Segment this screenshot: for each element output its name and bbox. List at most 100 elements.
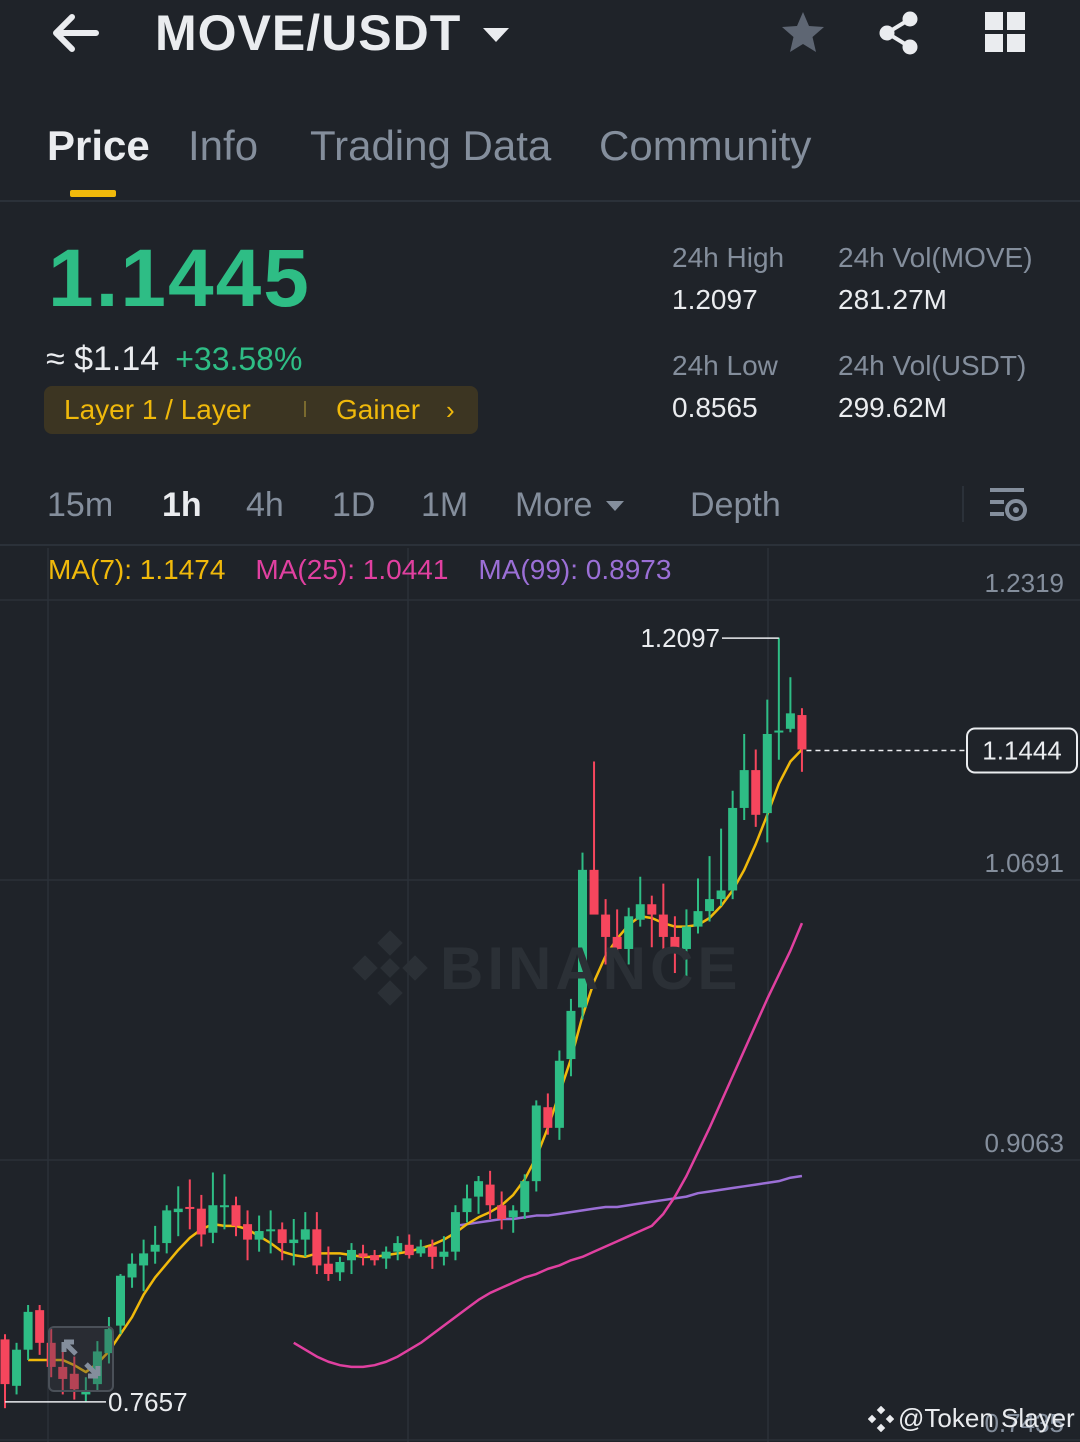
ma99-label: MA(99): 0.8973: [478, 554, 672, 585]
candle: [312, 1212, 322, 1275]
active-tab-indicator: [70, 190, 116, 197]
tag-rank: Gainer: [336, 394, 421, 425]
candle-body: [520, 1181, 530, 1213]
candle-body: [785, 713, 795, 729]
stat-high-label: 24h High: [672, 242, 785, 273]
candle-body: [139, 1253, 149, 1266]
candle-body: [173, 1208, 183, 1213]
interval-more[interactable]: More: [515, 486, 625, 525]
candle-body: [566, 1010, 576, 1060]
candle-body: [35, 1310, 45, 1343]
candle: [150, 1225, 160, 1264]
candle-body: [404, 1244, 414, 1256]
category-tag[interactable]: Layer 1 / Layer Gainer ›: [44, 386, 478, 434]
candle-body: [196, 1208, 206, 1235]
candle: [693, 878, 703, 934]
candle: [196, 1194, 206, 1247]
chart-settings-icon[interactable]: [986, 484, 1030, 524]
candle: [728, 790, 738, 900]
candle-body: [543, 1107, 553, 1128]
chevron-right-icon: ›: [446, 394, 455, 425]
stat-vol-base-value: 281.27M: [838, 284, 947, 315]
watermark-text: BINANCE: [440, 934, 742, 1002]
candle-body: [439, 1251, 449, 1257]
interval-4h[interactable]: 4h: [246, 486, 284, 525]
candle: [635, 876, 645, 927]
candle-body: [347, 1249, 356, 1261]
tab-trading-data[interactable]: Trading Data: [310, 122, 551, 170]
candle-body: [693, 911, 703, 927]
candle: [797, 708, 807, 772]
tab-community[interactable]: Community: [599, 122, 811, 170]
tab-info[interactable]: Info: [188, 122, 258, 170]
interval-1d[interactable]: 1D: [332, 486, 375, 525]
candle: [393, 1236, 403, 1261]
section-tabs: Price Info Trading Data Community: [0, 110, 1080, 202]
fullscreen-button[interactable]: [48, 1326, 114, 1392]
stat-vol-quote-label: 24h Vol(USDT): [838, 350, 1027, 381]
high-marker-label: 1.2097: [640, 623, 720, 653]
usd-price: ≈ $1.14: [46, 340, 160, 378]
interval-15m[interactable]: 15m: [47, 486, 113, 525]
interval-1m[interactable]: 1M: [421, 486, 468, 525]
share-icon[interactable]: [872, 8, 926, 58]
candle: [774, 637, 784, 760]
candle: [554, 1050, 564, 1140]
chart-markers: 1.2097 0.7657 1.1444: [5, 623, 1078, 1417]
candle-body: [23, 1311, 33, 1350]
candle: [716, 828, 726, 906]
candle: [450, 1205, 460, 1261]
candle: [243, 1210, 253, 1261]
candle-body: [762, 733, 772, 814]
candle: [12, 1342, 22, 1395]
candle-body: [462, 1198, 472, 1213]
candle: [127, 1253, 137, 1288]
candle-body: [289, 1239, 299, 1244]
candles: [0, 637, 807, 1409]
candle: [531, 1100, 541, 1192]
price-sub: ≈ $1.14 +33.58%: [46, 340, 302, 379]
candle-body: [393, 1243, 403, 1252]
interval-divider: [962, 486, 964, 522]
candle-body: [185, 1206, 195, 1209]
candle-body: [508, 1210, 518, 1218]
back-arrow-icon[interactable]: [40, 8, 110, 58]
low-marker-label: 0.7657: [108, 1387, 188, 1417]
candle: [358, 1244, 368, 1266]
stat-low-label: 24h Low: [672, 350, 778, 381]
tab-price[interactable]: Price: [47, 122, 150, 170]
candle: [173, 1186, 183, 1237]
pair-title: MOVE/USDT: [155, 5, 462, 61]
candle-body: [266, 1229, 276, 1232]
candle: [404, 1234, 414, 1259]
candle: [370, 1249, 380, 1266]
candle-body: [554, 1060, 564, 1128]
candle-body: [427, 1246, 437, 1257]
grid-icon[interactable]: [978, 8, 1032, 58]
interval-1h[interactable]: 1h: [162, 486, 202, 525]
candle: [347, 1243, 356, 1275]
candle-body: [370, 1255, 380, 1261]
candle-body: [716, 890, 726, 900]
candle: [323, 1246, 333, 1281]
pair-selector[interactable]: MOVE/USDT: [155, 4, 510, 62]
interval-more-label: More: [515, 486, 593, 524]
current-price-label: 1.1444: [982, 735, 1062, 765]
candle-body: [162, 1210, 172, 1244]
candle: [416, 1239, 426, 1257]
price-change: +33.58%: [175, 341, 303, 377]
depth-tab[interactable]: Depth: [690, 486, 781, 525]
candle: [543, 1093, 553, 1135]
candle: [185, 1179, 195, 1230]
candle: [497, 1191, 507, 1230]
chevron-down-icon: [483, 28, 510, 42]
candle-body: [485, 1184, 495, 1206]
star-icon[interactable]: [776, 8, 830, 58]
last-price: 1.1445: [48, 233, 311, 324]
candle-body: [12, 1349, 22, 1386]
candle-body: [381, 1251, 391, 1259]
candle-body: [277, 1229, 287, 1244]
candle-body: [531, 1105, 541, 1182]
candle-body: [358, 1253, 368, 1257]
candle: [139, 1239, 149, 1292]
